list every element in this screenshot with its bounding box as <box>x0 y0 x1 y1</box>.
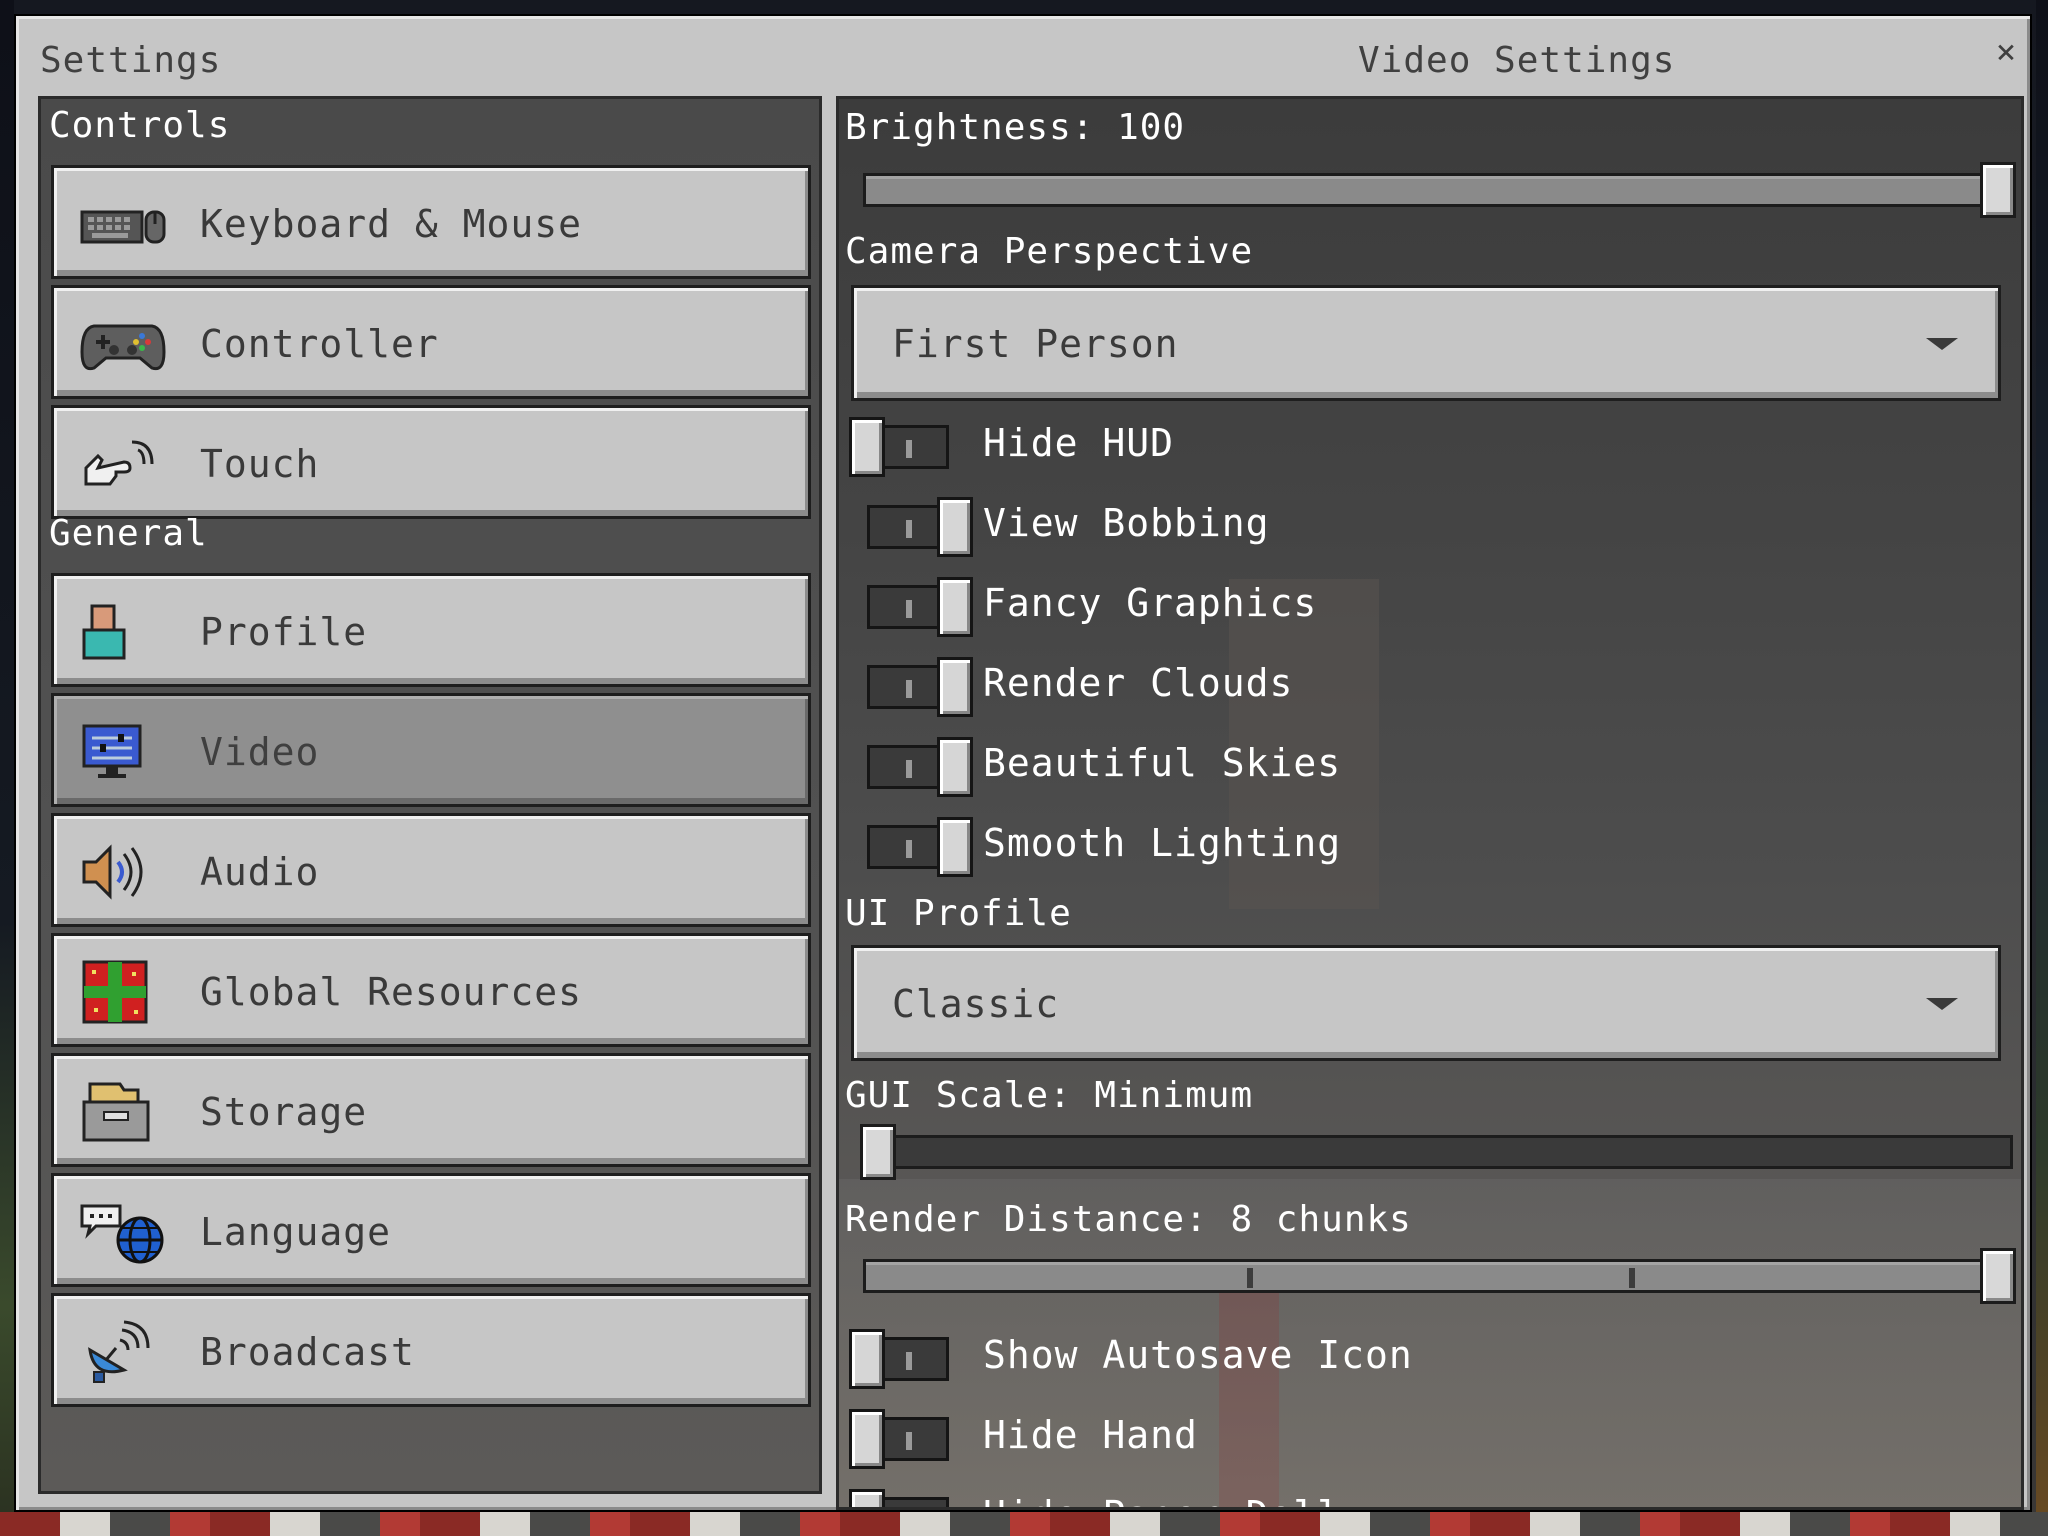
gui-scale-label: GUI Scale: Minimum <box>845 1075 1254 1116</box>
toggle-label: Hide Paper Doll <box>983 1493 1341 1507</box>
toggle-label: Hide Hand <box>983 1413 1198 1457</box>
slider-fill <box>866 1262 2010 1290</box>
toggle-label: Hide HUD <box>983 421 1175 465</box>
toggle-label: Smooth Lighting <box>983 821 1342 865</box>
settings-window: Settings Video Settings × Controls Keybo… <box>14 14 2032 1512</box>
slider-fill <box>866 176 2010 204</box>
toggle-view-bobbing[interactable] <box>867 497 973 557</box>
ui-profile-dropdown[interactable]: Classic <box>851 945 2001 1061</box>
general-heading: General <box>49 513 208 554</box>
sidebar-item-keyboard-mouse[interactable]: Keyboard & Mouse <box>51 165 811 279</box>
slider-tick <box>1629 1268 1635 1288</box>
toggle-knob[interactable] <box>937 817 973 877</box>
toggle-fancy-graphics[interactable] <box>867 577 973 637</box>
sidebar-item-label: Controller <box>200 322 439 366</box>
toggle-beautiful-skies[interactable] <box>867 737 973 797</box>
sidebar-item-profile[interactable]: Profile <box>51 573 811 687</box>
settings-sidebar: Controls Keyboard & Mouse Controller Tou… <box>38 96 822 1494</box>
sidebar-item-label: Language <box>200 1210 392 1254</box>
storage-box-icon <box>82 1082 150 1142</box>
controls-heading: Controls <box>49 105 231 146</box>
sidebar-item-global-resources[interactable]: Global Resources <box>51 933 811 1047</box>
profile-icon <box>82 604 126 660</box>
toggle-label: Beautiful Skies <box>983 741 1342 785</box>
satellite-dish-icon <box>88 1320 150 1383</box>
ui-profile-label: UI Profile <box>845 893 1072 934</box>
sidebar-item-label: Global Resources <box>200 970 583 1014</box>
touch-hand-icon <box>84 440 154 486</box>
sidebar-item-label: Broadcast <box>200 1330 415 1374</box>
toggle-label: Fancy Graphics <box>983 581 1318 625</box>
toggle-knob[interactable] <box>937 577 973 637</box>
camera-perspective-dropdown[interactable]: First Person <box>851 285 2001 401</box>
chevron-down-icon <box>1926 338 1958 350</box>
sidebar-item-label: Keyboard & Mouse <box>200 202 583 246</box>
sidebar-item-label: Storage <box>200 1090 368 1134</box>
sidebar-item-label: Video <box>200 730 320 774</box>
dropdown-value: First Person <box>892 322 1179 366</box>
world-edge-bottom <box>0 1512 2048 1536</box>
toggle-label: View Bobbing <box>983 501 1270 545</box>
sidebar-item-audio[interactable]: Audio <box>51 813 811 927</box>
toggle-hide-hand[interactable] <box>849 1409 955 1469</box>
gui-scale-slider[interactable] <box>860 1124 2013 1180</box>
dropdown-value: Classic <box>892 982 1060 1026</box>
world-edge-left <box>0 0 14 1536</box>
sidebar-item-label: Audio <box>200 850 320 894</box>
toggle-mark <box>906 1432 912 1450</box>
toggle-knob[interactable] <box>849 1329 885 1389</box>
toggle-hide-hud[interactable] <box>849 417 955 477</box>
sidebar-item-video[interactable]: Video <box>51 693 811 807</box>
language-globe-icon <box>80 1204 164 1264</box>
sidebar-item-label: Touch <box>200 442 320 486</box>
toggle-label: Show Autosave Icon <box>983 1333 1413 1377</box>
toggle-mark <box>906 600 912 618</box>
monitor-icon <box>82 724 142 778</box>
brightness-slider[interactable] <box>863 162 2016 218</box>
toggle-mark <box>906 440 912 458</box>
slider-tick <box>1247 1268 1253 1288</box>
world-edge-right <box>2036 0 2048 1536</box>
gamepad-icon <box>80 324 166 371</box>
toggle-hide-paper-doll[interactable] <box>849 1489 955 1507</box>
video-settings-panel: Brightness: 100 Camera Perspective First… <box>836 96 2024 1510</box>
sidebar-item-touch[interactable]: Touch <box>51 405 811 519</box>
slider-thumb[interactable] <box>1980 162 2016 218</box>
keyboard-mouse-icon <box>80 210 166 244</box>
toggle-mark <box>906 760 912 778</box>
gift-box-icon <box>82 960 148 1024</box>
render-distance-slider[interactable] <box>863 1248 2016 1304</box>
slider-thumb[interactable] <box>860 1124 896 1180</box>
sidebar-item-storage[interactable]: Storage <box>51 1053 811 1167</box>
toggle-mark <box>906 680 912 698</box>
toggle-label: Render Clouds <box>983 661 1294 705</box>
speaker-icon <box>82 844 143 900</box>
toggle-mark <box>906 840 912 858</box>
camera-perspective-label: Camera Perspective <box>845 231 1254 272</box>
settings-title: Settings <box>40 40 222 81</box>
sidebar-item-label: Profile <box>200 610 368 654</box>
sidebar-item-language[interactable]: Language <box>51 1173 811 1287</box>
toggle-knob[interactable] <box>937 657 973 717</box>
toggle-render-clouds[interactable] <box>867 657 973 717</box>
brightness-label: Brightness: 100 <box>845 107 1186 148</box>
video-settings-title: Video Settings <box>1358 40 1676 81</box>
toggle-smooth-lighting[interactable] <box>867 817 973 877</box>
chevron-down-icon <box>1926 998 1958 1010</box>
slider-thumb[interactable] <box>1980 1248 2016 1304</box>
close-button[interactable]: × <box>1988 34 2024 70</box>
toggle-knob[interactable] <box>849 417 885 477</box>
render-distance-label: Render Distance: 8 chunks <box>845 1199 1412 1240</box>
sidebar-item-controller[interactable]: Controller <box>51 285 811 399</box>
toggle-mark <box>906 1352 912 1370</box>
toggle-knob[interactable] <box>849 1489 885 1507</box>
sidebar-item-broadcast[interactable]: Broadcast <box>51 1293 811 1407</box>
toggle-knob[interactable] <box>849 1409 885 1469</box>
toggle-knob[interactable] <box>937 737 973 797</box>
toggle-show-autosave-icon[interactable] <box>849 1329 955 1389</box>
toggle-mark <box>906 520 912 538</box>
toggle-knob[interactable] <box>937 497 973 557</box>
